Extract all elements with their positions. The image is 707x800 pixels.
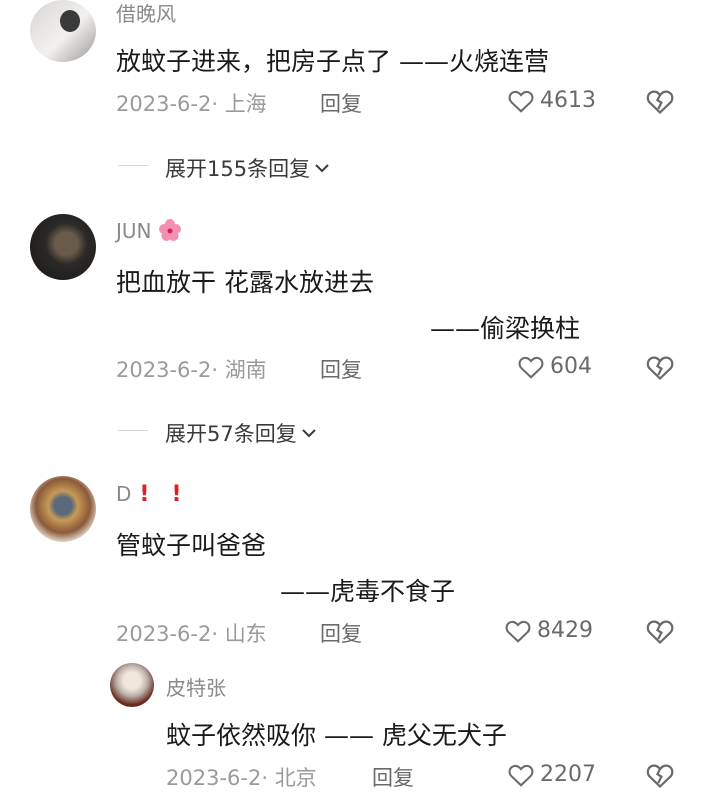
exclamation-emoji: ! — [171, 482, 182, 507]
broken-heart-icon[interactable] — [646, 762, 674, 790]
comment-meta: 2023-6-2· 山东 — [116, 618, 267, 648]
reply-button[interactable]: 回复 — [320, 88, 362, 118]
comment-username[interactable]: 借晚风 — [116, 0, 176, 27]
heart-outline-icon — [508, 764, 534, 787]
comment-location: 湖南 — [224, 358, 267, 382]
expand-label: 展开155条回复 — [165, 157, 311, 181]
like-button[interactable]: 2207 — [508, 762, 596, 787]
chevron-down-icon — [315, 164, 329, 173]
heart-outline-icon — [518, 356, 544, 379]
meta-separator: · — [211, 92, 225, 116]
broken-heart-icon[interactable] — [646, 88, 674, 116]
comment-date: 2023-6-2 — [116, 358, 212, 382]
exclamation-emoji: ! — [139, 482, 150, 507]
cherry-blossom-emoji — [158, 219, 181, 241]
like-button[interactable]: 4613 — [508, 88, 596, 113]
like-button[interactable]: 8429 — [505, 618, 593, 643]
expand-divider — [118, 165, 148, 166]
avatar[interactable] — [30, 0, 96, 62]
broken-heart-icon[interactable] — [646, 354, 674, 382]
comment-meta: 2023-6-2· 湖南 — [116, 354, 267, 384]
avatar[interactable] — [110, 663, 154, 707]
comment-username-row: D!! — [116, 482, 182, 507]
expand-divider — [118, 430, 148, 431]
chevron-down-icon — [302, 429, 316, 438]
like-button[interactable]: 604 — [518, 354, 592, 379]
reply-text: 蚊子依然吸你 —— 虎父无犬子 — [166, 721, 507, 750]
like-count: 4613 — [540, 88, 596, 113]
comment-location: 山东 — [224, 622, 267, 646]
avatar[interactable] — [30, 476, 96, 542]
comment-text-line2: ——偷梁换柱 — [430, 314, 581, 343]
comment-username-row: JUN — [116, 218, 182, 243]
comment-text: 管蚊子叫爸爸 — [116, 531, 267, 560]
comment-location: 上海 — [224, 92, 267, 116]
comment-location: 北京 — [274, 766, 317, 790]
comment-date: 2023-6-2 — [166, 766, 262, 790]
expand-label: 展开57条回复 — [165, 422, 297, 446]
reply-button[interactable]: 回复 — [320, 354, 362, 384]
like-count: 2207 — [540, 762, 596, 787]
comment-text: 放蚊子进来，把房子点了 ——火烧连营 — [116, 47, 549, 76]
like-count: 604 — [550, 354, 592, 379]
reply-username[interactable]: 皮特张 — [166, 672, 226, 701]
reply-meta: 2023-6-2· 北京 — [166, 762, 317, 792]
expand-replies-button[interactable]: 展开155条回复 — [165, 153, 330, 183]
meta-separator: · — [261, 766, 275, 790]
comment-date: 2023-6-2 — [116, 92, 212, 116]
comment-date: 2023-6-2 — [116, 622, 212, 646]
broken-heart-icon[interactable] — [646, 618, 674, 646]
meta-separator: · — [211, 358, 225, 382]
reply-button[interactable]: 回复 — [320, 618, 362, 648]
comment-text: 把血放干 花露水放进去 — [116, 268, 374, 297]
meta-separator: · — [211, 622, 225, 646]
heart-outline-icon — [508, 90, 534, 113]
like-count: 8429 — [537, 618, 593, 643]
comment-username[interactable]: JUN — [116, 219, 152, 243]
comment-meta: 2023-6-2· 上海 — [116, 88, 267, 118]
reply-button[interactable]: 回复 — [372, 762, 414, 792]
heart-outline-icon — [505, 620, 531, 643]
expand-replies-button[interactable]: 展开57条回复 — [165, 418, 317, 448]
avatar[interactable] — [30, 214, 96, 280]
comment-username[interactable]: D — [116, 482, 131, 506]
comment-text-line2: ——虎毒不食子 — [280, 577, 456, 606]
